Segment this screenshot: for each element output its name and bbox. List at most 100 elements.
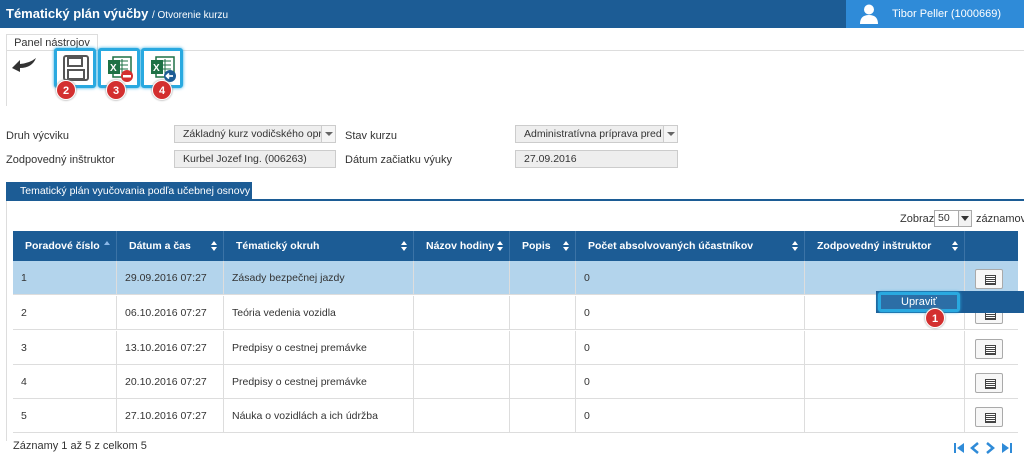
table-row[interactable]: 2 06.10.2016 07:27 Teória vedenia vozidl… [13,296,1018,330]
col-label: Zodpovedný inštruktor [817,240,932,252]
next-page-icon[interactable] [985,442,995,454]
druh-label: Druh výcviku [6,130,69,142]
sort-icon [211,241,219,252]
datum-value: 27.09.2016 [524,153,577,165]
last-page-icon[interactable] [1001,442,1013,454]
cell-date: 27.10.2016 07:27 [117,399,224,433]
sort-icon [497,241,505,252]
cell-name [414,296,510,330]
cell-count: 0 [576,399,805,433]
druh-select[interactable]: Základný kurz vodičského oprá [174,125,336,143]
breadcrumb: / Otvorenie kurzu [151,10,229,21]
datum-field[interactable]: 27.09.2016 [515,150,678,168]
user-menu[interactable]: Tibor Peller (1000669) [846,0,1024,28]
chevron-down-icon [958,211,971,226]
back-arrow-icon[interactable] [8,54,38,74]
cell-count: 0 [576,365,805,399]
cell-desc [510,261,576,295]
row-action-button[interactable] [975,339,1003,359]
table-row[interactable]: 4 20.10.2016 07:27 Predpisy o cestnej pr… [13,365,1018,399]
page-size-select[interactable]: 50 [934,210,972,227]
cell-topic: Náuka o vozidlách a ich údržba [224,399,414,433]
cell-num: 5 [13,399,117,433]
cell-num: 2 [13,296,117,330]
cell-count: 0 [576,296,805,330]
page-size-label: Zobraz [900,213,935,225]
col-datum[interactable]: Dátum a čas [117,231,224,261]
col-okruh[interactable]: Tématický okruh [224,231,414,261]
cell-num: 4 [13,365,117,399]
first-page-icon[interactable] [953,442,965,454]
prev-page-icon[interactable] [970,442,980,454]
sort-icon [401,241,409,252]
records-label: záznamov [976,213,1024,225]
col-popis[interactable]: Popis [510,231,576,261]
col-label: Popis [522,240,551,252]
table-header: Poradové číslo Dátum a čas Tématický okr… [13,231,1018,261]
cell-date: 20.10.2016 07:27 [117,365,224,399]
excel-import-icon: X [151,56,176,82]
svg-text:X: X [153,63,160,74]
col-label: Poradové číslo [25,240,100,252]
cell-name [414,331,510,365]
col-pocet[interactable]: Počet absolvovaných účastníkov [576,231,805,261]
cell-num: 3 [13,331,117,365]
sort-icon [952,241,960,252]
col-poradove-cislo[interactable]: Poradové číslo [13,231,117,261]
instr-value: Kurbel Jozef Ing. (006263) [183,153,307,165]
edit-menu-item[interactable]: Upraviť [878,292,960,312]
col-label: Dátum a čas [129,240,191,252]
cell-desc [510,399,576,433]
pagination [953,441,1015,455]
datum-label: Dátum začiatku výuky [345,154,452,166]
page-title-text: Tématický plán výučby [6,6,149,21]
tab-tematicky-plan[interactable]: Tematický plán vyučovania podľa učebnej … [6,182,252,200]
instr-field[interactable]: Kurbel Jozef Ing. (006263) [174,150,336,168]
table-row[interactable]: 5 27.10.2016 07:27 Náuka o vozidlách a i… [13,399,1018,433]
chevron-down-icon [321,126,335,142]
cell-count: 0 [576,261,805,295]
page-title: Tématický plán výučby / Otvorenie kurzu [6,6,228,21]
user-icon [860,4,878,24]
cell-date: 29.09.2016 07:27 [117,261,224,295]
table-row[interactable]: 1 29.09.2016 07:27 Zásady bezpečnej jazd… [13,261,1018,295]
cell-instr [805,399,965,433]
stav-select[interactable]: Administratívna príprava pred c [515,125,678,143]
cell-instr [805,261,965,295]
col-label: Tématický okruh [236,240,320,252]
row-action-button[interactable] [975,407,1003,427]
records-summary: Záznamy 1 až 5 z celkom 5 [13,440,147,452]
cell-desc [510,365,576,399]
step-badge-1: 1 [925,308,945,328]
sort-icon [563,241,571,252]
instr-label: Zodpovedný inštruktor [6,154,115,166]
top-bar: Tématický plán výučby / Otvorenie kurzu … [0,0,1024,28]
cell-name [414,365,510,399]
table-row[interactable]: 3 13.10.2016 07:27 Predpisy o cestnej pr… [13,331,1018,365]
col-nazov[interactable]: Názov hodiny [414,231,510,261]
row-action-button[interactable] [975,373,1003,393]
stav-label: Stav kurzu [345,130,397,142]
user-name: Tibor Peller (1000669) [892,8,1002,20]
sort-icon [792,241,800,252]
save-icon [63,55,89,81]
cell-instr [805,365,965,399]
row-context-menu: Upraviť [876,291,1024,313]
chevron-down-icon [663,126,677,142]
cell-topic: Predpisy o cestnej premávke [224,331,414,365]
excel-export-icon: X [108,56,133,82]
sort-asc-icon [104,241,112,252]
step-badge-3: 3 [106,80,126,100]
row-action-button[interactable] [975,269,1003,289]
cell-topic: Teória vedenia vozidla [224,296,414,330]
cell-date: 13.10.2016 07:27 [117,331,224,365]
step-badge-2: 2 [56,80,76,100]
cell-date: 06.10.2016 07:27 [117,296,224,330]
col-instruktor[interactable]: Zodpovedný inštruktor [805,231,965,261]
cell-desc [510,296,576,330]
cell-topic: Zásady bezpečnej jazdy [224,261,414,295]
step-badge-4: 4 [152,80,172,100]
page-size-value: 50 [938,212,950,224]
cell-name [414,399,510,433]
col-label: Názov hodiny [426,240,495,252]
